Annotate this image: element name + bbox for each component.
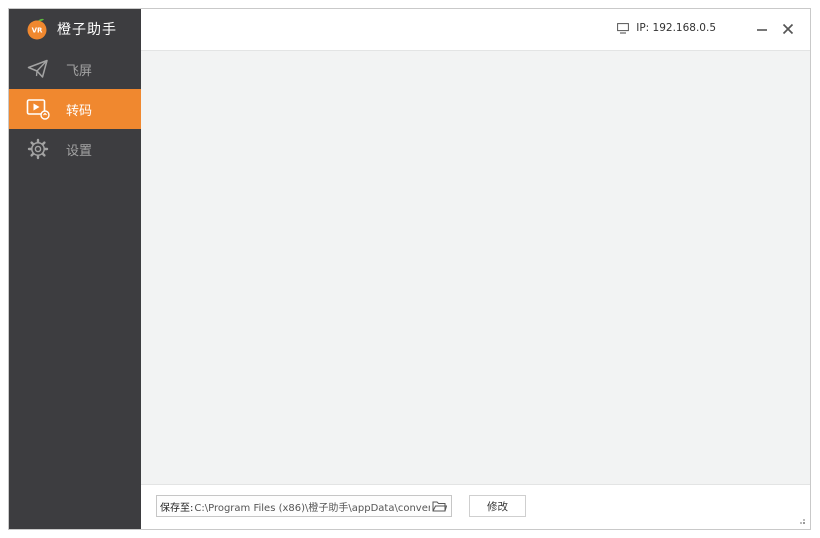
save-path-field[interactable]: 保存至: C:\Program Files (x86)\橙子助手\appData… [156,495,452,517]
footer-bar: 保存至: C:\Program Files (x86)\橙子助手\appData… [141,484,810,529]
sidebar-item-transcode[interactable]: 转码 [9,89,141,129]
resize-grip-icon[interactable] [798,517,806,525]
ip-address: IP: 192.168.0.5 [617,22,716,34]
orange-logo-icon: VR [27,18,47,40]
monitor-icon [617,22,630,34]
modify-button[interactable]: 修改 [469,495,526,517]
sidebar-item-label: 转码 [66,103,93,119]
gear-icon [26,137,50,161]
folder-icon[interactable] [430,497,448,515]
sidebar-item-label: 设置 [66,143,93,159]
minimize-button[interactable] [754,21,770,37]
app-window: VR 橙子助手 飞屏 转码 设置 IP: 192.168.0.5 保存至: C:… [8,8,811,530]
logo-text: VR [32,27,43,35]
sidebar-item-label: 飞屏 [66,63,93,79]
title-bar: IP: 192.168.0.5 [141,9,810,51]
minimize-icon [757,29,767,31]
close-button[interactable] [780,21,796,37]
save-path-label: 保存至: [160,502,194,514]
brand: VR 橙子助手 [9,9,141,49]
ip-text: IP: 192.168.0.5 [636,22,716,34]
sidebar-item-settings[interactable]: 设置 [9,129,141,169]
close-icon [782,23,794,35]
main-panel: IP: 192.168.0.5 保存至: C:\Program Files (x… [141,9,810,529]
video-convert-icon [26,97,50,121]
paper-plane-icon [26,57,50,81]
save-path-value: C:\Program Files (x86)\橙子助手\appData\conv… [194,502,430,514]
sidebar: VR 橙子助手 飞屏 转码 设置 [9,9,141,529]
app-name: 橙子助手 [57,22,117,38]
content-area [141,51,810,485]
sidebar-item-fly-screen[interactable]: 飞屏 [9,49,141,89]
